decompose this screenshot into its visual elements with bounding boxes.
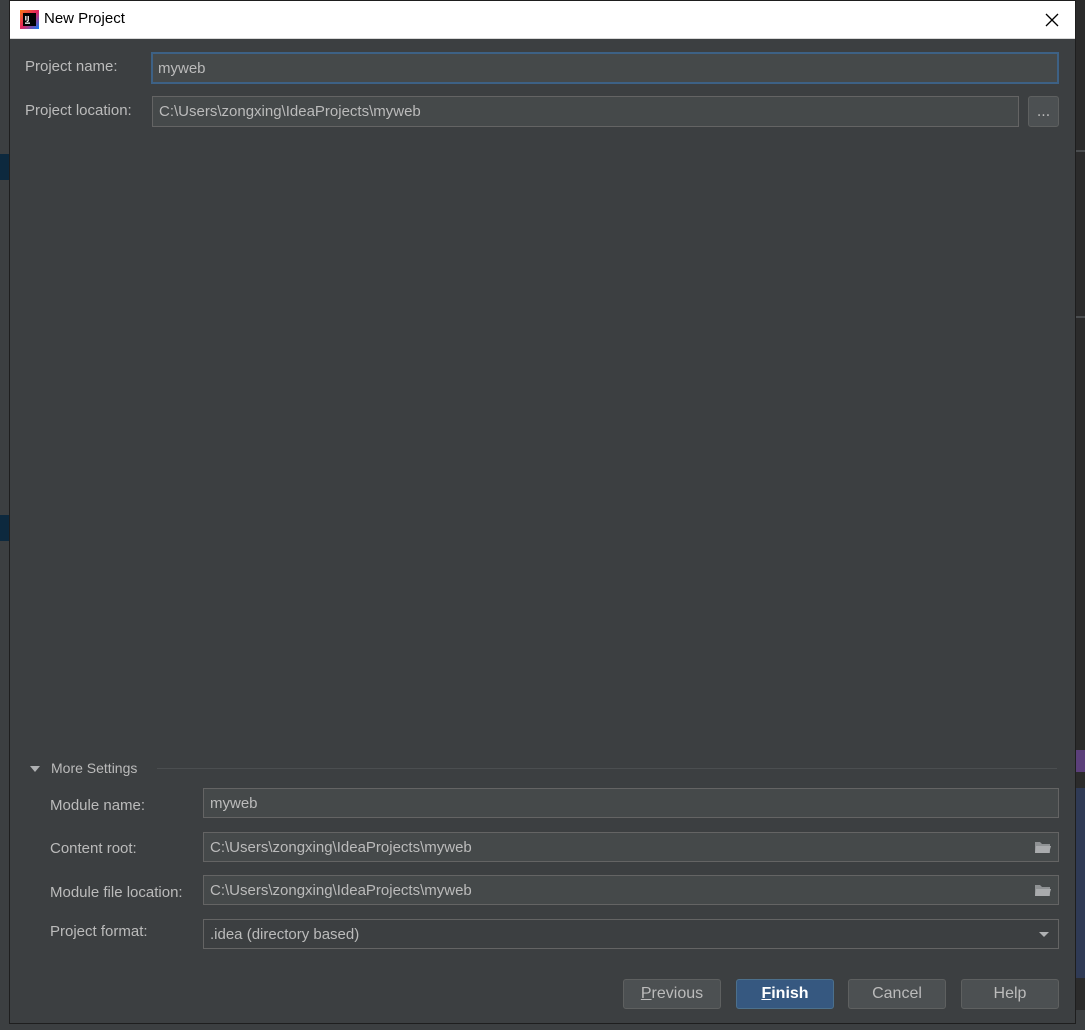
intellij-idea-icon: IJ — [20, 10, 39, 29]
project-name-value: myweb — [158, 59, 206, 77]
svg-text:IJ: IJ — [25, 15, 30, 23]
background-selection — [0, 154, 9, 180]
cancel-label: Cancel — [872, 985, 922, 1002]
new-project-dialog: IJ New Project Project name: myweb Proje… — [9, 0, 1076, 1024]
triangle-down-icon — [30, 766, 40, 772]
finish-mnemonic: F — [761, 985, 772, 1002]
chevron-down-icon — [1039, 932, 1049, 937]
background-left-strip — [0, 0, 9, 1030]
project-location-label: Project location: — [25, 102, 132, 119]
browse-label: ... — [1036, 103, 1051, 120]
module-file-location-input[interactable]: C:\Users\zongxing\IdeaProjects\myweb — [203, 875, 1059, 905]
browse-button[interactable]: ... — [1028, 96, 1059, 127]
module-name-label: Module name: — [50, 797, 146, 814]
background-selection — [0, 515, 9, 541]
module-name-value: myweb — [210, 794, 258, 812]
previous-mnemonic: P — [640, 985, 652, 1002]
project-format-select[interactable]: .idea (directory based) — [203, 919, 1059, 949]
more-settings-label: More Settings — [51, 760, 138, 776]
background-right-strip — [1076, 38, 1085, 1030]
window-title: New Project — [44, 10, 125, 27]
help-label: Help — [993, 985, 1027, 1002]
project-name-input[interactable]: myweb — [151, 52, 1059, 84]
project-name-label: Project name: — [25, 58, 118, 75]
project-format-value: .idea (directory based) — [210, 925, 360, 943]
background-highlight — [1076, 788, 1085, 978]
cancel-button[interactable]: Cancel — [848, 979, 946, 1009]
finish-button[interactable]: Finish — [736, 979, 834, 1009]
project-format-label: Project format: — [50, 923, 148, 940]
content-root-label: Content root: — [50, 840, 137, 857]
finish-label: inish — [771, 985, 809, 1002]
background-highlight — [1076, 750, 1085, 772]
module-file-location-value: C:\Users\zongxing\IdeaProjects\myweb — [210, 881, 472, 899]
close-icon — [1045, 13, 1059, 27]
previous-label: revious — [651, 985, 704, 1002]
background-line — [1076, 150, 1085, 152]
more-settings-separator — [157, 768, 1057, 769]
previous-button[interactable]: Previous — [623, 979, 721, 1009]
background-line — [1076, 316, 1085, 318]
module-name-input[interactable]: myweb — [203, 788, 1059, 818]
help-button[interactable]: Help — [961, 979, 1059, 1009]
more-settings-header[interactable]: More Settings — [29, 757, 1059, 781]
project-location-value: C:\Users\zongxing\IdeaProjects\myweb — [159, 103, 421, 120]
content-root-value: C:\Users\zongxing\IdeaProjects\myweb — [210, 838, 472, 856]
module-file-location-label: Module file location: — [50, 884, 183, 901]
title-bar: IJ New Project — [10, 1, 1075, 39]
folder-icon[interactable] — [1034, 882, 1052, 898]
content-root-input[interactable]: C:\Users\zongxing\IdeaProjects\myweb — [203, 832, 1059, 862]
project-location-input[interactable]: C:\Users\zongxing\IdeaProjects\myweb — [152, 96, 1019, 127]
folder-icon[interactable] — [1034, 839, 1052, 855]
close-button[interactable] — [1029, 1, 1075, 39]
